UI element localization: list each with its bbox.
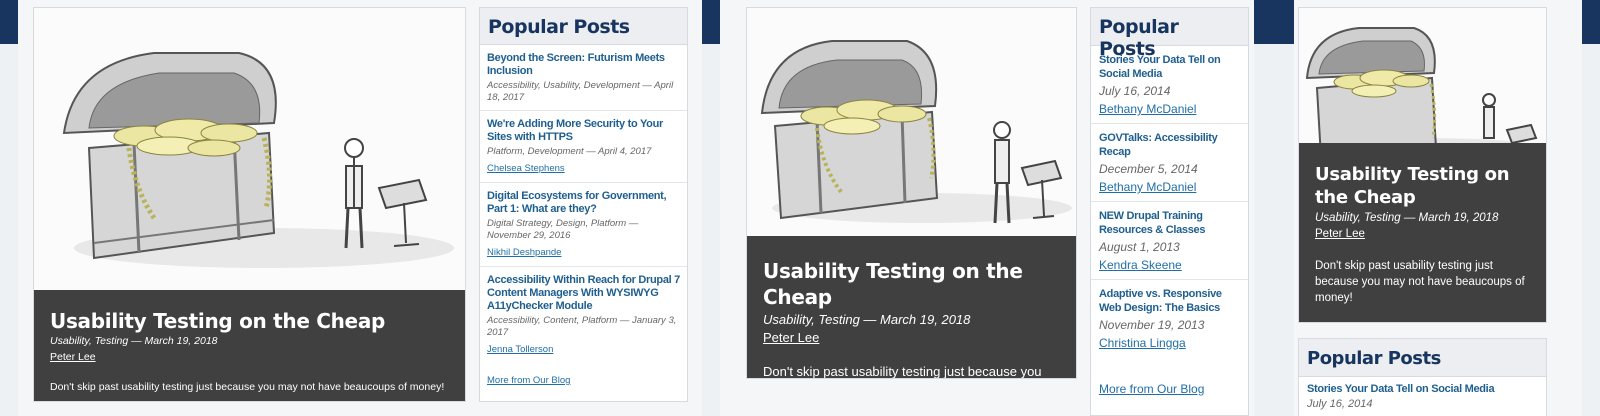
featured-post-overlay: Usability Testing on the Cheap Usability…: [34, 290, 465, 401]
post-date: December 5, 2014: [1099, 162, 1198, 176]
post-title-link[interactable]: Stories Your Data Tell on Social Media: [1099, 53, 1240, 81]
post-meta: Accessibility, Content, Platform — Janua…: [487, 315, 677, 338]
post-title-link[interactable]: NEW Drupal Training Resources & Classes: [1099, 209, 1240, 237]
panel-tablet: Usability Testing on the Cheap Usability…: [702, 0, 1276, 416]
post-date: July 16, 2014: [1307, 398, 1373, 410]
popular-posts-sidebar: Popular Posts Stories Your Data Tell on …: [1298, 338, 1547, 416]
post-title-link[interactable]: GOVTalks: Accessibility Recap: [1099, 131, 1240, 159]
list-item: Stories Your Data Tell on Social Media J…: [1091, 46, 1248, 124]
featured-post-meta: Usability, Testing — March 19, 2018: [763, 312, 971, 327]
popular-posts-heading: Popular Posts: [1091, 8, 1248, 60]
post-author-link[interactable]: Bethany McDaniel: [1099, 102, 1196, 116]
featured-post-excerpt: Don't skip past usability testing just b…: [50, 381, 445, 393]
list-item: Stories Your Data Tell on Social Media J…: [1299, 377, 1546, 416]
featured-post-card[interactable]: Usability Testing on the Cheap Usability…: [33, 7, 466, 402]
featured-post-card[interactable]: Usability Testing on the Cheap Usability…: [1298, 7, 1547, 323]
featured-post-title[interactable]: Usability Testing on the Cheap: [1315, 163, 1530, 209]
post-author-link[interactable]: Nikhil Deshpande: [487, 247, 561, 258]
featured-post-meta: Usability, Testing — March 19, 2018: [1315, 212, 1499, 224]
treasure-chest-icon: [62, 52, 454, 268]
list-item: We're Adding More Security to Your Sites…: [480, 111, 687, 183]
popular-posts-heading: Popular Posts: [1299, 339, 1546, 377]
post-author-link[interactable]: Chelsea Stephens: [487, 163, 565, 174]
post-title-link[interactable]: Beyond the Screen: Futurism Meets Inclus…: [487, 52, 680, 78]
featured-post-overlay: Usability Testing on the Cheap Usability…: [1299, 143, 1546, 322]
treasure-chest-illustration: [34, 8, 465, 290]
list-item: Accessibility Within Reach for Drupal 7 …: [480, 267, 687, 363]
post-meta: Platform, Development — April 4, 2017: [487, 146, 652, 157]
post-meta: Accessibility, Usability, Development — …: [487, 80, 674, 103]
panel-mobile: Usability Testing on the Cheap Usability…: [1276, 0, 1600, 416]
popular-posts-heading: Popular Posts: [480, 8, 687, 45]
post-date: August 1, 2013: [1099, 240, 1180, 254]
panel-desktop: Usability Testing on the Cheap Usability…: [0, 0, 702, 416]
post-title-link[interactable]: Adaptive vs. Responsive Web Design: The …: [1099, 287, 1240, 315]
list-item: Beyond the Screen: Futurism Meets Inclus…: [480, 45, 687, 111]
post-date: November 19, 2013: [1099, 318, 1205, 332]
featured-post-excerpt: Don't skip past usability testing just b…: [1315, 260, 1525, 304]
more-from-blog-link[interactable]: More from Our Blog: [1099, 382, 1204, 396]
featured-post-author[interactable]: Peter Lee: [1315, 228, 1365, 240]
post-meta: Digital Strategy, Design, Platform — Nov…: [487, 218, 639, 241]
treasure-chest-icon: [760, 40, 1072, 224]
popular-posts-sidebar: Popular Posts Stories Your Data Tell on …: [1090, 7, 1249, 416]
post-title-link[interactable]: Stories Your Data Tell on Social Media: [1307, 382, 1538, 396]
list-item: NEW Drupal Training Resources & Classes …: [1091, 202, 1248, 280]
more-from-blog-link[interactable]: More from Our Blog: [487, 375, 570, 386]
featured-post-excerpt: Don't skip past usability testing just b…: [763, 364, 1042, 379]
post-author-link[interactable]: Jenna Tollerson: [487, 344, 553, 355]
featured-post-author[interactable]: Peter Lee: [763, 330, 819, 345]
post-title-link[interactable]: Accessibility Within Reach for Drupal 7 …: [487, 274, 680, 313]
list-item: GOVTalks: Accessibility Recap December 5…: [1091, 124, 1248, 202]
post-title-link[interactable]: We're Adding More Security to Your Sites…: [487, 118, 680, 144]
post-author-link[interactable]: Kendra Skeene: [1099, 258, 1182, 272]
list-item: Adaptive vs. Responsive Web Design: The …: [1091, 280, 1248, 358]
featured-post-author[interactable]: Peter Lee: [50, 351, 96, 363]
treasure-chest-icon: [1305, 27, 1539, 160]
featured-post-title[interactable]: Usability Testing on the Cheap: [50, 308, 449, 334]
treasure-chest-illustration: [1299, 8, 1546, 160]
popular-posts-sidebar: Popular Posts Beyond the Screen: Futuris…: [479, 7, 688, 402]
post-author-link[interactable]: Christina Lingga: [1099, 336, 1186, 350]
list-item: Digital Ecosystems for Government, Part …: [480, 183, 687, 267]
post-title-link[interactable]: Digital Ecosystems for Government, Part …: [487, 190, 680, 216]
featured-post-title[interactable]: Usability Testing on the Cheap: [763, 258, 1060, 310]
treasure-chest-illustration: [747, 8, 1076, 236]
featured-post-overlay: Usability Testing on the Cheap Usability…: [747, 236, 1076, 378]
post-author-link[interactable]: Bethany McDaniel: [1099, 180, 1196, 194]
featured-post-meta: Usability, Testing — March 19, 2018: [50, 335, 218, 347]
post-date: July 16, 2014: [1099, 84, 1171, 98]
featured-post-card[interactable]: Usability Testing on the Cheap Usability…: [746, 7, 1077, 379]
